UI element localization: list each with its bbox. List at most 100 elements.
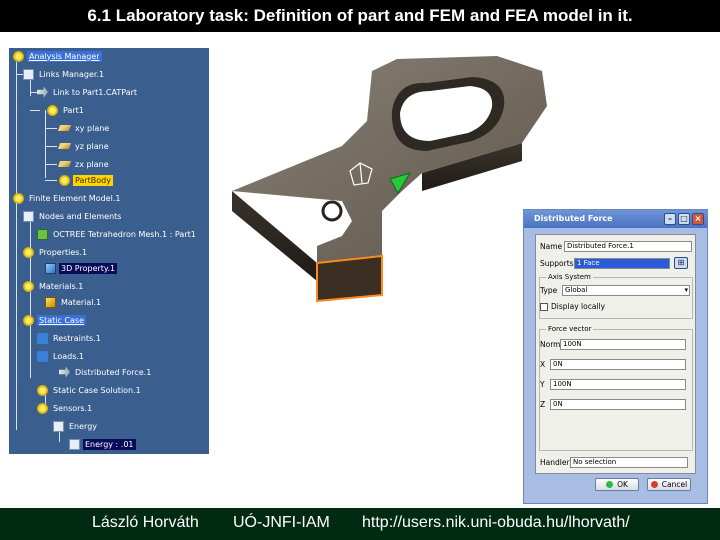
mesh-icon (37, 228, 48, 240)
materials-icon (23, 280, 34, 292)
tree-item-static-case[interactable]: Static Case (23, 314, 86, 326)
energy-icon (53, 420, 64, 432)
tree-item-nodes-and-elements[interactable]: Nodes and Elements (23, 210, 123, 222)
type-select[interactable]: Global ▾ (562, 285, 690, 296)
tree-item-label: xy plane (75, 123, 110, 133)
part-model[interactable] (222, 51, 567, 319)
chevron-down-icon: ▾ (684, 286, 688, 294)
z-label: Z (540, 400, 546, 409)
footer-author: László Horváth (92, 514, 199, 531)
supports-field[interactable]: 1 Face (574, 257, 670, 269)
norm-field[interactable]: 100N (560, 339, 686, 350)
dialog-body: Name Distributed Force.1 Supports 1 Face… (535, 234, 696, 474)
tree-item-finite-element-model[interactable]: Finite Element Model.1 (13, 192, 122, 204)
tree-item-label: OCTREE Tetrahedron Mesh.1 : Part1 (53, 229, 196, 239)
tree-item-3d-property[interactable]: 3D Property.1 (45, 262, 118, 274)
cancel-button[interactable]: Cancel (647, 478, 691, 491)
tree-item-octree-mesh[interactable]: OCTREE Tetrahedron Mesh.1 : Part1 (37, 228, 198, 240)
y-label: Y (540, 380, 545, 389)
tree-item-label: Material.1 (61, 297, 102, 307)
tree-item-yz-plane[interactable]: yz plane (57, 140, 111, 152)
axis-system-group-label: Axis System (546, 273, 593, 281)
tree-item-partbody[interactable]: PartBody (59, 174, 113, 186)
y-field[interactable]: 100N (550, 379, 686, 390)
loads-icon (37, 350, 48, 362)
tree-item-label: Energy : .01 (83, 438, 136, 450)
tree-item-sensors[interactable]: Sensors.1 (37, 402, 94, 414)
handler-label: Handler (540, 458, 570, 467)
force-vector-group-label: Force vector (546, 325, 594, 333)
type-value: Global (565, 286, 588, 294)
fem-icon (13, 192, 24, 204)
cancel-label: Cancel (661, 480, 688, 489)
tree-item-energy[interactable]: Energy (53, 420, 99, 432)
supports-label: Supports (540, 258, 574, 268)
link-icon (37, 86, 48, 98)
cancel-icon (650, 481, 658, 488)
case-icon (23, 314, 34, 326)
tree-item-properties[interactable]: Properties.1 (23, 246, 89, 258)
footer-url[interactable]: http://users.nik.uni-obuda.hu/lhorvath/ (362, 514, 630, 532)
tree-item-label: 3D Property.1 (59, 262, 118, 274)
norm-label: Norm (540, 340, 561, 349)
tree-item-restraints[interactable]: Restraints.1 (37, 332, 103, 344)
tree-item-part1[interactable]: Part1 (47, 104, 86, 116)
maximize-button[interactable]: □ (678, 213, 690, 225)
tree-item-label: Static Case Solution.1 (53, 385, 141, 395)
tree-item-label: Properties.1 (39, 247, 88, 257)
ok-icon (606, 481, 614, 488)
tree-item-material[interactable]: Material.1 (45, 296, 103, 308)
tree-item-link-to-part[interactable]: Link to Part1.CATPart (37, 86, 139, 98)
tree-item-label: Materials.1 (39, 281, 84, 291)
supports-edit-icon[interactable]: ⊞ (674, 257, 688, 269)
tree-item-label: Energy (69, 421, 98, 431)
tree-item-materials[interactable]: Materials.1 (23, 280, 85, 292)
tree-item-label: Nodes and Elements (39, 211, 122, 221)
tree-item-zx-plane[interactable]: zx plane (57, 158, 111, 170)
tree-item-label: Links Manager.1 (39, 69, 105, 79)
restraints-icon (37, 332, 48, 344)
handler-field[interactable]: No selection (570, 457, 688, 468)
ok-label: OK (617, 480, 628, 489)
links-icon (23, 68, 34, 80)
name-field[interactable]: Distributed Force.1 (564, 241, 692, 252)
display-locally-checkbox[interactable] (540, 302, 548, 311)
tree-item-xy-plane[interactable]: xy plane (57, 122, 111, 134)
tree-item-analysis-manager[interactable]: Analysis Manager (13, 50, 102, 62)
minimize-button[interactable]: – (664, 213, 676, 225)
plane-icon (57, 161, 72, 167)
analysis-icon (13, 50, 24, 62)
distributed-force-dialog[interactable]: Distributed Force – □ × Name Distributed… (523, 209, 708, 504)
tree-item-label: yz plane (75, 141, 109, 151)
tree-item-distributed-force[interactable]: Distributed Force.1 (59, 366, 153, 378)
property-icon (45, 262, 56, 274)
body-icon (59, 174, 70, 186)
tree-item-label: PartBody (73, 174, 113, 186)
nodes-icon (23, 210, 34, 222)
tree-item-energy-value[interactable]: Energy : .01 (69, 438, 136, 450)
solution-icon (37, 384, 48, 396)
tree-item-links-manager[interactable]: Links Manager.1 (23, 68, 106, 80)
tree-item-loads[interactable]: Loads.1 (37, 350, 86, 362)
properties-icon (23, 246, 34, 258)
tree-item-label: Analysis Manager (27, 50, 102, 62)
3d-viewport[interactable] (222, 51, 567, 319)
tree-item-label: Link to Part1.CATPart (53, 87, 138, 97)
x-field[interactable]: 0N (550, 359, 686, 370)
z-field[interactable]: 0N (550, 399, 686, 410)
tree-item-label: Restraints.1 (53, 333, 101, 343)
specification-tree[interactable]: Analysis Manager Links Manager.1 Link to… (9, 48, 209, 454)
plane-icon (57, 125, 72, 131)
tree-item-static-case-solution[interactable]: Static Case Solution.1 (37, 384, 143, 396)
tree-item-label: zx plane (75, 159, 109, 169)
tree-item-label: Part1 (63, 105, 84, 115)
part-icon (47, 104, 58, 116)
close-button[interactable]: × (692, 213, 704, 225)
display-locally-label: Display locally (551, 302, 606, 311)
dialog-title-bar[interactable]: Distributed Force – □ × (524, 210, 707, 228)
name-label: Name (540, 242, 563, 251)
ok-button[interactable]: OK (595, 478, 639, 491)
type-label: Type (540, 286, 558, 295)
slide-title: 6.1 Laboratory task: Definition of part … (0, 0, 720, 32)
x-label: X (540, 360, 546, 369)
